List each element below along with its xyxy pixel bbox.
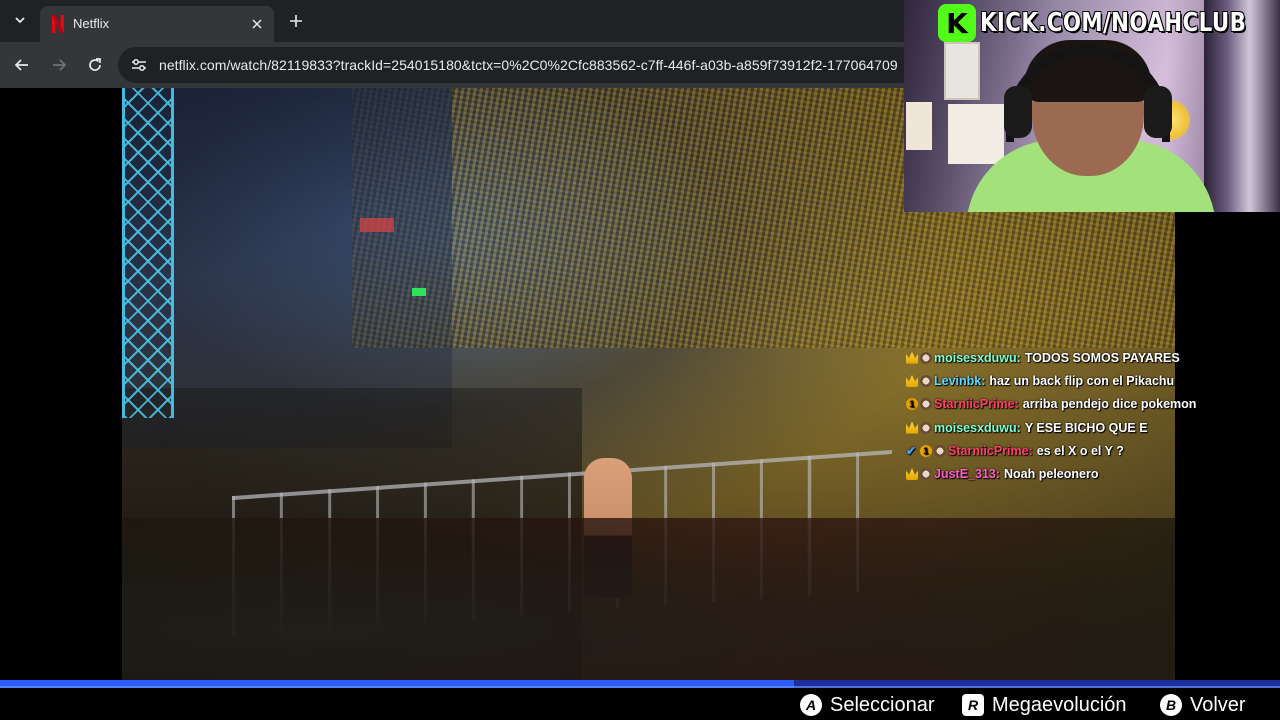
webcam-overlay: K KICK.COM/NOAHCLUB: [904, 0, 1280, 212]
r-button-icon: R: [962, 694, 984, 716]
lighting-truss: [122, 88, 174, 418]
mega-evolution-hint: R Megaevolución: [962, 692, 1127, 718]
emote-badge-icon: [934, 444, 946, 457]
chat-message: ✔ 1 StarniicPrime: es el X o el Y ?: [906, 439, 1236, 462]
browser-toolbar: netflix.com/watch/82119833?trackId=25401…: [0, 42, 918, 88]
a-button-icon: A: [800, 694, 822, 716]
poster: [944, 42, 980, 100]
crown-badge-icon: [906, 351, 918, 364]
reload-icon: [89, 58, 101, 71]
mega-evolution-label: Megaevolución: [992, 693, 1127, 716]
poster: [906, 102, 932, 150]
crown-badge-icon: [906, 421, 918, 434]
chevron-down-icon: [15, 17, 25, 24]
site-info-button[interactable]: [128, 55, 150, 75]
chat-username[interactable]: Levinbk:: [934, 374, 985, 388]
chat-username[interactable]: StarniicPrime:: [934, 397, 1019, 411]
chat-message: Levinbk: haz un back flip con el Pikachu: [906, 369, 1236, 392]
browser-tab-strip: Netflix: [0, 0, 904, 42]
arena-banner: [360, 218, 394, 232]
chat-text: Y ESE BICHO QUE E: [1024, 420, 1148, 435]
exit-sign: [412, 288, 426, 296]
browser-tab-netflix[interactable]: Netflix: [40, 6, 274, 42]
plus-icon: [290, 15, 302, 27]
chat-text: haz un back flip con el Pikachu: [989, 373, 1175, 388]
kick-channel-url: KICK.COM/NOAHCLUB: [980, 8, 1247, 38]
tune-icon: [132, 59, 146, 71]
chat-text: Noah peleonero: [1004, 467, 1099, 482]
chat-username[interactable]: StarniicPrime:: [948, 444, 1033, 458]
chat-text: es el X o el Y ?: [1036, 443, 1124, 458]
emote-badge-icon: [920, 374, 932, 387]
back-label: Volver: [1190, 693, 1246, 716]
close-icon: [252, 19, 262, 29]
url-text[interactable]: netflix.com/watch/82119833?trackId=25401…: [159, 56, 898, 74]
chat-overlay: moisesxduwu: TODOS SOMOS PAYARES Levinbk: h…: [906, 346, 1236, 486]
headset-earcup: [1004, 86, 1032, 138]
new-tab-button[interactable]: [284, 9, 308, 33]
forward-button[interactable]: [45, 51, 73, 79]
kick-logo-icon: K: [938, 4, 976, 42]
crown-badge-icon: [906, 468, 918, 481]
headset-earcup: [1144, 86, 1172, 138]
foreground-crowd: [122, 518, 1175, 680]
back-hint: B Volver: [1160, 692, 1246, 718]
tab-title: Netflix: [73, 16, 110, 31]
chat-username[interactable]: moisesxduwu:: [934, 421, 1021, 435]
b-button-icon: B: [1160, 694, 1182, 716]
crown-badge-icon: [906, 374, 918, 387]
kick-channel-banner: K KICK.COM/NOAHCLUB: [938, 4, 1280, 42]
chat-username[interactable]: JustE_313:: [934, 467, 1000, 481]
address-bar[interactable]: netflix.com/watch/82119833?trackId=25401…: [118, 47, 918, 83]
arrow-right-icon: [53, 59, 67, 71]
chat-message: 1 StarniicPrime: arriba pendejo dice pokem…: [906, 393, 1236, 416]
chat-text: arriba pendejo dice pokemon: [1022, 397, 1197, 412]
netflix-logo-icon: [52, 15, 64, 33]
tab-search-dropdown-button[interactable]: [8, 8, 32, 32]
controls-hint-bar: A Seleccionar R Megaevolución B Volver: [0, 688, 1280, 720]
emote-badge-icon: [920, 468, 932, 481]
arrow-left-icon: [14, 59, 28, 71]
subscriber-badge-icon: 1: [920, 444, 932, 457]
tab-close-button[interactable]: [248, 15, 266, 33]
back-button[interactable]: [8, 51, 36, 79]
chat-text: TODOS SOMOS PAYARES: [1024, 350, 1180, 365]
chat-message: JustE_313: Noah peleonero: [906, 462, 1236, 485]
emote-badge-icon: [920, 398, 932, 411]
reload-button[interactable]: [81, 51, 109, 79]
poster: [948, 104, 1004, 164]
chat-message: moisesxduwu: TODOS SOMOS PAYARES: [906, 346, 1236, 369]
verified-check-icon: ✔: [906, 443, 917, 458]
select-hint: A Seleccionar: [800, 692, 935, 718]
chat-username[interactable]: moisesxduwu:: [934, 351, 1021, 365]
subscriber-badge-icon: 1: [906, 398, 918, 411]
emote-badge-icon: [920, 351, 932, 364]
chat-message: moisesxduwu: Y ESE BICHO QUE E: [906, 416, 1236, 439]
select-label: Seleccionar: [830, 693, 935, 716]
emote-badge-icon: [920, 421, 932, 434]
